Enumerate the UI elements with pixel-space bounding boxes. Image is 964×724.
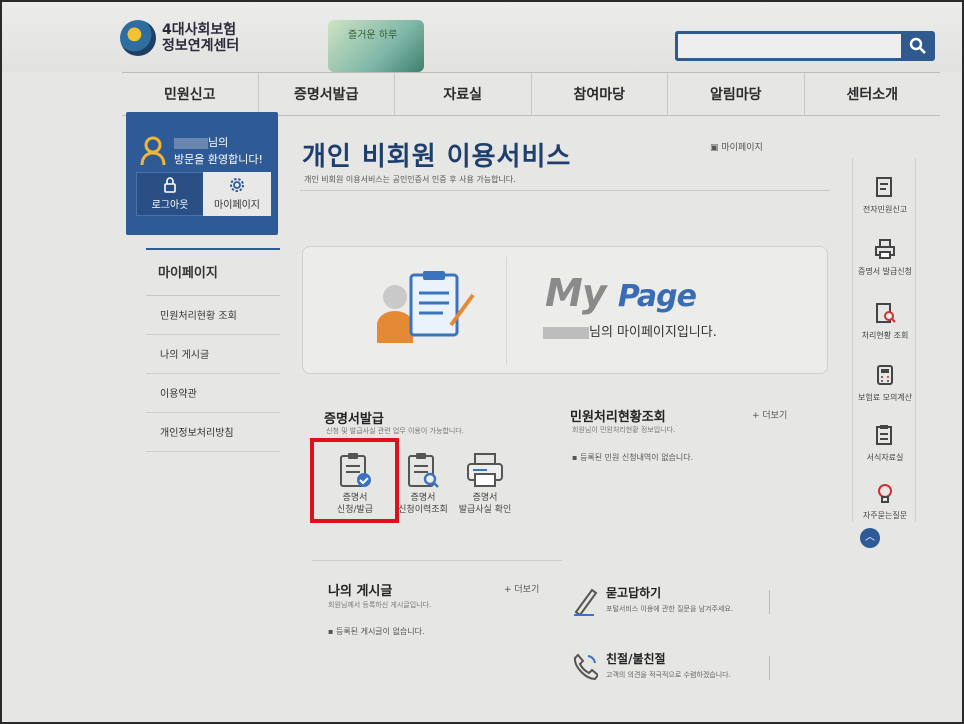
- qa-link[interactable]: 묻고답하기 포털서비스 이용에 관한 질문을 남겨주세요.: [566, 580, 772, 626]
- main-nav: 민원신고 증명서발급 자료실 참여마당 알림마당 센터소개: [122, 72, 940, 116]
- clipboard-search-icon: [408, 453, 439, 488]
- cert-section-desc: 신청 및 발급사실 관련 업무 이용이 가능합니다.: [326, 427, 464, 435]
- mypage-illustration-icon: [377, 271, 475, 343]
- user-icon: [140, 136, 166, 166]
- kindness-desc: 고객의 의견을 적극적으로 수렴하겠습니다.: [606, 671, 731, 679]
- breadcrumb[interactable]: ▣ 마이페이지: [710, 140, 763, 153]
- left-menu-item-my-posts[interactable]: 나의 게시글: [146, 335, 280, 374]
- posts-more-link[interactable]: + 더보기: [504, 582, 539, 595]
- highlight-box: [310, 438, 399, 523]
- posts-section-title: 나의 게시글: [328, 584, 393, 599]
- quick-forms[interactable]: 서식자료실: [853, 424, 917, 463]
- search-bar: [675, 31, 935, 61]
- nav-about[interactable]: 센터소개: [805, 73, 941, 115]
- posts-section-desc: 회원님께서 등록하신 게시글입니다.: [328, 601, 432, 609]
- quick-menu: 전자민원신고 증명서 발급신청 처리현황 조회 보험료 모의계산 서식자료실 자…: [852, 158, 916, 522]
- qa-title: 묻고답하기: [606, 586, 662, 600]
- left-menu-title: 마이페이지: [146, 248, 280, 296]
- printer-icon: [875, 239, 895, 259]
- left-menu-item-privacy[interactable]: 개인정보처리방침: [146, 413, 280, 452]
- home-icon: ▣: [710, 143, 722, 153]
- kindness-link[interactable]: 친절/불친절 고객의 의견을 적극적으로 수렴하겠습니다.: [566, 646, 772, 692]
- nav-notice[interactable]: 알림마당: [668, 73, 805, 115]
- header: 4대사회보험 정보연계센터 즐거운 하루: [0, 0, 964, 72]
- welcome-text: 방문을 환영합니다!: [174, 153, 263, 166]
- scroll-top-button[interactable]: ︿: [860, 528, 880, 548]
- mypage-welcome: 님의 마이페이지입니다.: [543, 321, 717, 340]
- logo-line2: 정보연계센터: [162, 38, 240, 54]
- page-subtitle: 개인 비회원 이용서비스는 공인인증서 인증 후 사용 가능합니다.: [304, 175, 516, 184]
- mypage-card-divider: [506, 257, 507, 365]
- chevron-right-icon: [756, 656, 770, 680]
- quick-status-check[interactable]: 처리현황 조회: [853, 302, 917, 341]
- pen-icon: [574, 588, 598, 616]
- nav-resources[interactable]: 자료실: [395, 73, 532, 115]
- qa-desc: 포털서비스 이용에 관한 질문을 남겨주세요.: [606, 605, 734, 613]
- left-menu: 마이페이지 민원처리현황 조회 나의 게시글 이용약관 개인정보처리방침: [146, 248, 280, 452]
- quick-faq[interactable]: 자주묻는질문: [853, 482, 917, 521]
- cert-verify-button[interactable]: 증명서 발급사실 확인: [450, 452, 520, 516]
- posts-divider: [312, 560, 562, 561]
- lightbulb-icon: [878, 484, 892, 503]
- status-more-link[interactable]: + 더보기: [752, 408, 787, 421]
- calculator-icon: [877, 365, 893, 385]
- mypage-logo: My Page: [545, 271, 697, 315]
- nav-participation[interactable]: 참여마당: [532, 73, 668, 115]
- logo-line1: 4대사회보험: [162, 22, 237, 38]
- form-document-icon: [876, 425, 892, 445]
- chevron-up-icon: ︿: [865, 532, 875, 543]
- logo-emblem-icon: [120, 20, 156, 56]
- left-menu-item-status[interactable]: 민원처리현황 조회: [146, 296, 280, 335]
- status-section-title: 민원처리현황조회: [570, 410, 666, 425]
- document-edit-icon: [876, 177, 892, 197]
- username-masked: [174, 137, 208, 149]
- status-empty-text: ▪ 등록된 민원 신청내역이 없습니다.: [572, 453, 694, 462]
- printer-icon: [467, 453, 503, 487]
- mypage-button[interactable]: 마이페이지: [203, 172, 271, 216]
- site-logo[interactable]: 4대사회보험 정보연계센터: [120, 20, 239, 56]
- quick-cert-request[interactable]: 증명서 발급신청: [853, 238, 917, 277]
- chevron-right-icon: [756, 590, 770, 614]
- search-icon: [909, 37, 926, 54]
- kindness-title: 친절/불친절: [606, 652, 666, 666]
- user-box: 님의 방문을 환영합니다! 로그아웃 마이페이지: [126, 112, 278, 235]
- quick-e-civil[interactable]: 전자민원신고: [853, 176, 917, 215]
- user-greeting: 님의 방문을 환영합니다!: [174, 136, 263, 166]
- search-button[interactable]: [901, 31, 935, 61]
- cert-history-button[interactable]: 증명서 신청이력조회: [388, 452, 458, 516]
- quick-premium-calc[interactable]: 보험료 모의계산: [853, 364, 917, 403]
- page-title: 개인 비회원 이용서비스: [302, 142, 572, 172]
- posts-empty-text: ▪ 등록된 게시글이 없습니다.: [328, 627, 425, 636]
- phone-icon: [573, 653, 598, 680]
- header-banner: 즐거운 하루: [328, 20, 424, 72]
- banner-text: 즐거운 하루: [348, 30, 398, 41]
- nav-certificate[interactable]: 증명서발급: [259, 73, 395, 115]
- gear-icon: [230, 178, 244, 192]
- document-search-icon: [876, 303, 896, 323]
- cert-section-title: 증명서발급: [324, 412, 384, 427]
- title-divider: [300, 190, 830, 191]
- nav-civil-report[interactable]: 민원신고: [122, 73, 259, 115]
- mypage-card: My Page 님의 마이페이지입니다.: [302, 246, 828, 374]
- search-input[interactable]: [675, 31, 901, 61]
- logout-button[interactable]: 로그아웃: [136, 172, 204, 216]
- lock-icon: [164, 177, 176, 193]
- status-section-desc: 회원님이 민원처리현황 정보입니다.: [572, 426, 676, 434]
- left-menu-item-terms[interactable]: 이용약관: [146, 374, 280, 413]
- username-masked: [543, 326, 589, 339]
